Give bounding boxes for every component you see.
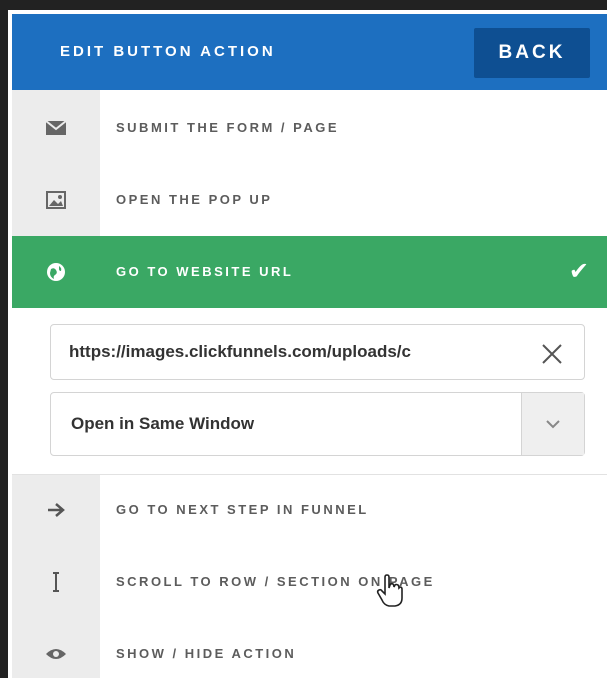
- globe-icon: [12, 236, 100, 308]
- frame-left-edge: [0, 0, 8, 678]
- chevron-down-icon[interactable]: [521, 393, 584, 455]
- url-settings-panel: Open in Same Window: [12, 308, 607, 475]
- action-go-to-website-url[interactable]: GO TO WEBSITE URL ✔: [12, 236, 607, 308]
- checkmark-icon: ✔: [568, 258, 589, 285]
- url-field-container: [50, 324, 585, 380]
- image-icon: [12, 164, 100, 236]
- frame-top-edge: [0, 0, 607, 10]
- action-label: GO TO WEBSITE URL: [116, 264, 294, 279]
- action-label: SHOW / HIDE ACTION: [116, 646, 297, 661]
- action-go-to-next-step[interactable]: GO TO NEXT STEP IN FUNNEL: [12, 474, 607, 546]
- clear-url-icon[interactable]: [532, 325, 572, 379]
- envelope-icon: [12, 92, 100, 164]
- scroll-icon: [12, 546, 100, 618]
- arrow-right-icon: [12, 474, 100, 546]
- action-show-hide[interactable]: SHOW / HIDE ACTION: [12, 618, 607, 678]
- action-label: SUBMIT THE FORM / PAGE: [116, 120, 340, 135]
- action-scroll-to-row[interactable]: SCROLL TO ROW / SECTION ON PAGE: [12, 546, 607, 618]
- panel-header: EDIT BUTTON ACTION BACK: [12, 14, 607, 90]
- panel-title: EDIT BUTTON ACTION: [60, 43, 276, 60]
- url-input[interactable]: [69, 325, 509, 379]
- eye-icon: [12, 618, 100, 678]
- window-target-value: Open in Same Window: [71, 414, 255, 433]
- edit-button-action-panel: EDIT BUTTON ACTION BACK SUBMIT THE FORM …: [12, 14, 607, 678]
- action-label: OPEN THE POP UP: [116, 192, 273, 207]
- action-label: GO TO NEXT STEP IN FUNNEL: [116, 502, 369, 517]
- window-target-select[interactable]: Open in Same Window: [50, 392, 585, 456]
- hand-cursor-icon: [376, 574, 403, 607]
- action-submit-form[interactable]: SUBMIT THE FORM / PAGE: [12, 92, 607, 164]
- action-open-popup[interactable]: OPEN THE POP UP: [12, 164, 607, 236]
- screenshot-frame: EDIT BUTTON ACTION BACK SUBMIT THE FORM …: [0, 0, 607, 678]
- back-button[interactable]: BACK: [474, 28, 590, 78]
